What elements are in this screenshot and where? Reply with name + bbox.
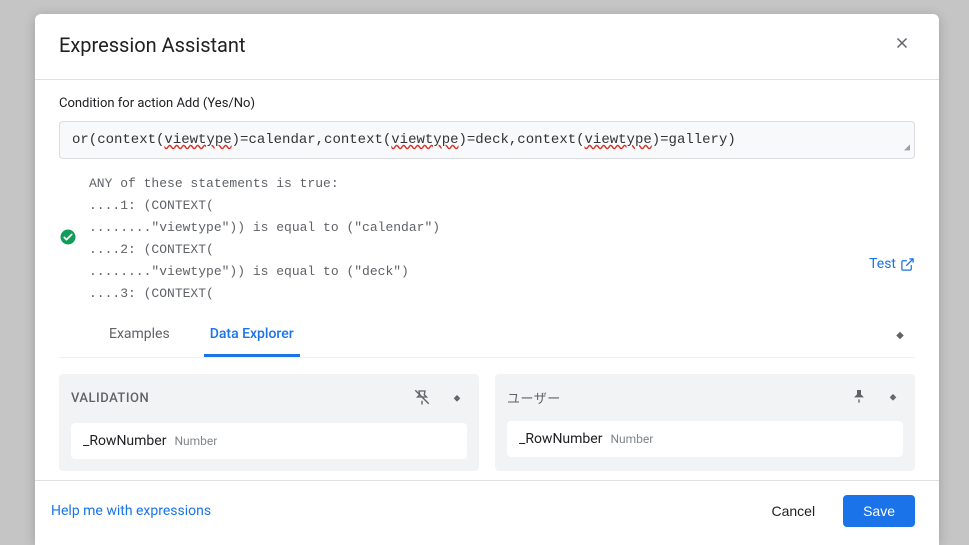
expr-text-3: )=deck,context(: [459, 132, 585, 148]
collapse-panels-button[interactable]: [885, 319, 915, 352]
test-link-label: Test: [869, 256, 896, 272]
tabs: Examples Data Explorer: [59, 314, 300, 357]
pin-off-icon: [413, 388, 431, 406]
field-type: Number: [174, 434, 217, 448]
open-in-new-icon: [900, 257, 915, 272]
save-button[interactable]: Save: [843, 495, 915, 527]
modal-title: Expression Assistant: [59, 33, 246, 57]
validation-explanation: ANY of these statements is true: ....1: …: [89, 173, 857, 306]
tabs-row: Examples Data Explorer: [59, 314, 915, 358]
field-type: Number: [610, 432, 653, 446]
tab-examples[interactable]: Examples: [103, 314, 176, 357]
pin-button[interactable]: [849, 386, 869, 409]
pin-icon: [851, 388, 867, 404]
panel-title: ユーザー: [507, 388, 561, 407]
expr-underline-2: viewtype: [391, 132, 458, 148]
panel-user: ユーザー _RowNumber Number: [495, 374, 915, 471]
panel-icons: [849, 386, 903, 409]
panel-icons: [411, 386, 467, 411]
test-link[interactable]: Test: [869, 256, 915, 272]
modal-footer: Help me with expressions Cancel Save: [35, 480, 939, 545]
validation-row: ANY of these statements is true: ....1: …: [59, 173, 915, 306]
tab-data-explorer[interactable]: Data Explorer: [204, 314, 300, 357]
help-link[interactable]: Help me with expressions: [51, 503, 211, 519]
field-row[interactable]: _RowNumber Number: [71, 423, 467, 459]
expr-text-4: )=gallery): [652, 132, 736, 148]
modal-body: Condition for action Add (Yes/No) or(con…: [35, 80, 939, 480]
expr-text-1: or(context(: [72, 132, 164, 148]
resize-handle-icon: ◢: [904, 142, 910, 154]
close-button[interactable]: [889, 30, 915, 59]
close-icon: [893, 34, 911, 52]
pin-button[interactable]: [411, 386, 433, 411]
expr-underline-3: viewtype: [585, 132, 652, 148]
field-name: _RowNumber: [519, 431, 602, 447]
panel-header: ユーザー: [507, 386, 903, 409]
footer-actions: Cancel Save: [759, 495, 915, 527]
collapse-icon: [891, 325, 909, 343]
expression-input[interactable]: or(context(viewtype)=calendar,context(vi…: [59, 121, 915, 159]
data-panels: VALIDATION _RowNumber Number: [59, 374, 915, 480]
panel-collapse-button[interactable]: [883, 386, 903, 409]
expr-text-2: )=calendar,context(: [232, 132, 392, 148]
panel-validation: VALIDATION _RowNumber Number: [59, 374, 479, 471]
cancel-button[interactable]: Cancel: [759, 495, 827, 527]
expression-assistant-modal: Expression Assistant Condition for actio…: [35, 14, 939, 545]
field-row[interactable]: _RowNumber Number: [507, 421, 903, 457]
panel-header: VALIDATION: [71, 386, 467, 411]
condition-label: Condition for action Add (Yes/No): [59, 96, 915, 111]
panel-title: VALIDATION: [71, 391, 149, 406]
field-name: _RowNumber: [83, 433, 166, 449]
collapse-icon: [885, 388, 901, 404]
collapse-icon: [449, 389, 465, 405]
panel-collapse-button[interactable]: [447, 387, 467, 410]
expr-underline-1: viewtype: [164, 132, 231, 148]
modal-header: Expression Assistant: [35, 14, 939, 80]
success-check-icon: [59, 228, 77, 250]
